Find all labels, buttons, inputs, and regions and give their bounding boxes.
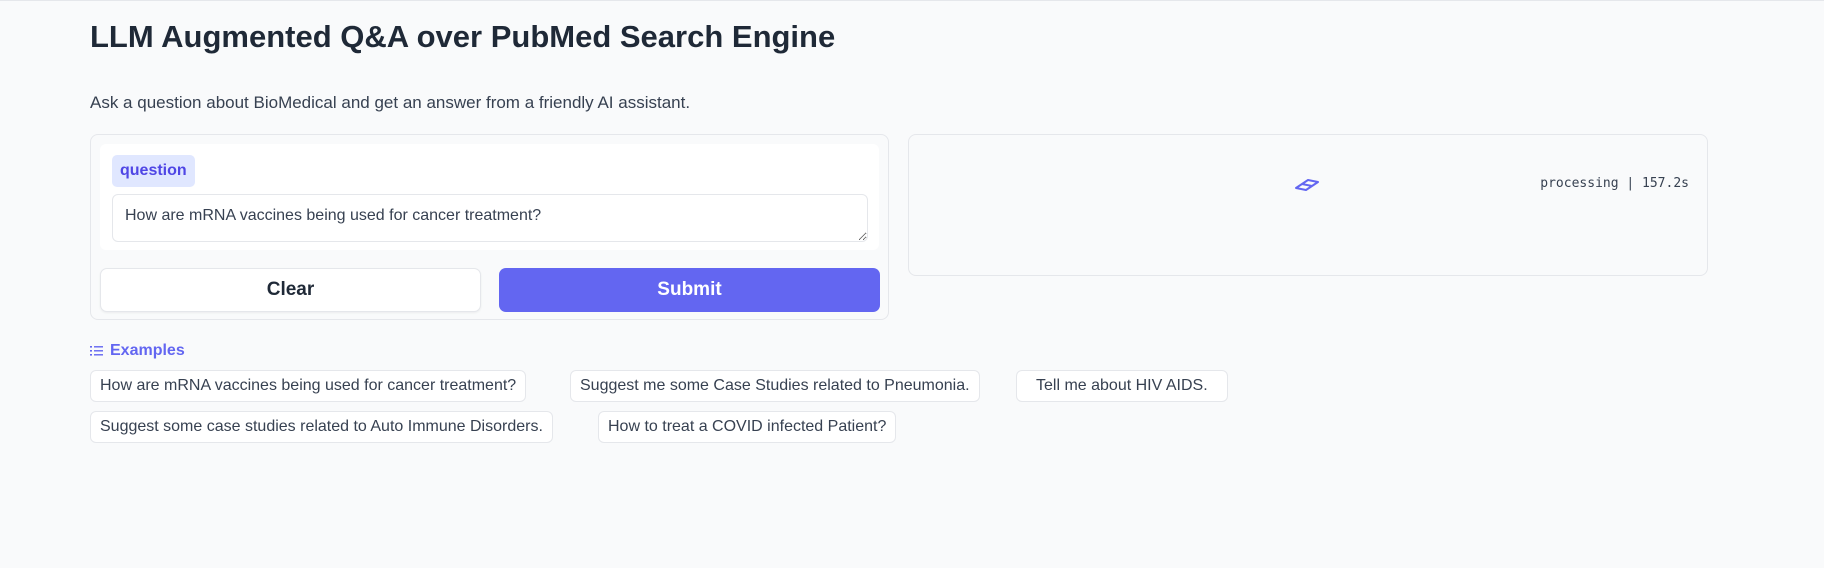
example-chip[interactable]: Suggest me some Case Studies related to … [570, 370, 980, 402]
clear-button[interactable]: Clear [100, 268, 481, 312]
list-icon [90, 346, 103, 356]
example-chip[interactable]: Tell me about HIV AIDS. [1016, 370, 1228, 402]
examples-header: Examples [90, 341, 185, 361]
page-title: LLM Augmented Q&A over PubMed Search Eng… [90, 19, 836, 54]
question-label: question [112, 155, 195, 187]
example-chip[interactable]: Suggest some case studies related to Aut… [90, 411, 553, 443]
top-divider [0, 0, 1824, 1]
page-description: Ask a question about BioMedical and get … [90, 93, 691, 112]
loader-icon [1295, 179, 1319, 191]
example-chip[interactable]: How are mRNA vaccines being used for can… [90, 370, 527, 402]
example-chip[interactable]: How to treat a COVID infected Patient? [598, 411, 897, 443]
output-panel: processing | 157.2s [908, 134, 1708, 276]
input-panel: question How are mRNA vaccines being use… [90, 134, 889, 320]
question-block: question How are mRNA vaccines being use… [100, 144, 879, 250]
submit-button[interactable]: Submit [499, 268, 880, 312]
question-input[interactable]: How are mRNA vaccines being used for can… [112, 194, 868, 242]
status-text: processing | 157.2s [1540, 176, 1689, 191]
examples-label: Examples [110, 342, 185, 359]
